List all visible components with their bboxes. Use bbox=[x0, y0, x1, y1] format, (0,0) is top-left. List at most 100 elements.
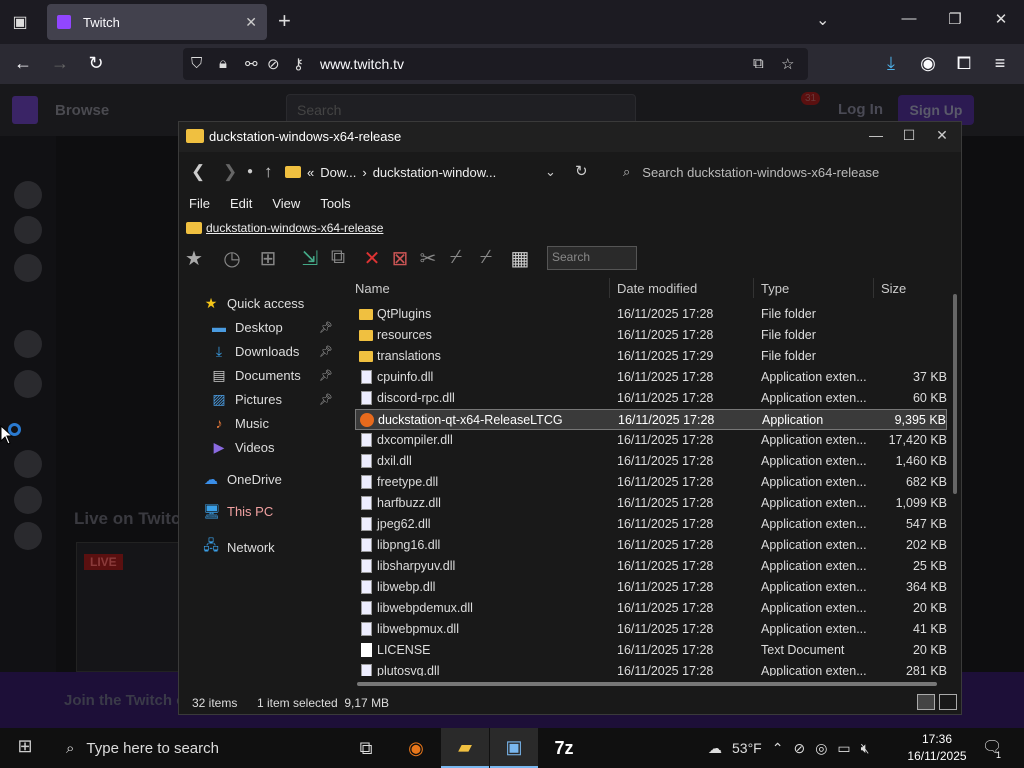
column-divider[interactable] bbox=[873, 278, 874, 298]
breadcrumb[interactable]: « Dow... › duckstation-window... bbox=[285, 160, 565, 184]
avatar[interactable] bbox=[14, 522, 42, 550]
explorer-titlebar[interactable]: duckstation-windows-x64-release — ☐ ✕ bbox=[179, 122, 961, 152]
avatar[interactable] bbox=[14, 254, 42, 282]
avatar[interactable] bbox=[14, 330, 42, 358]
account-icon[interactable]: ◉ bbox=[916, 53, 940, 74]
weather-icon[interactable]: ☁ bbox=[708, 740, 722, 757]
refresh-icon[interactable]: ↻ bbox=[575, 162, 588, 180]
menu-tools[interactable]: Tools bbox=[320, 192, 350, 216]
toolbar-search-input[interactable]: Search bbox=[547, 246, 637, 270]
delete-permanently-icon[interactable]: ⊠ bbox=[387, 246, 413, 271]
file-row[interactable]: QtPlugins 16/11/2025 17:28 File folder bbox=[355, 304, 947, 325]
file-row[interactable]: libwebp.dll 16/11/2025 17:28 Application e… bbox=[355, 577, 947, 598]
shield-icon[interactable]: ⛉ bbox=[191, 55, 202, 72]
file-row[interactable]: dxil.dll 16/11/2025 17:28 Application exte… bbox=[355, 451, 947, 472]
large-icons-view-button[interactable] bbox=[939, 694, 957, 710]
avatar[interactable] bbox=[14, 216, 42, 244]
show-hidden-icons-chevron-icon[interactable]: ⌃ bbox=[772, 740, 784, 757]
file-row[interactable]: libsharpyuv.dll 16/11/2025 17:28 Applicati… bbox=[355, 556, 947, 577]
file-row[interactable]: libpng16.dll 16/11/2025 17:28 Application … bbox=[355, 535, 947, 556]
move-to-icon[interactable]: ⇲ bbox=[297, 246, 323, 271]
explorer-maximize-button[interactable]: ☐ bbox=[894, 127, 924, 144]
lock-icon[interactable]: 🔒︎ bbox=[219, 55, 227, 72]
history-icon[interactable]: ◷ bbox=[219, 246, 245, 271]
horizontal-scrollbar[interactable] bbox=[357, 682, 937, 686]
copy-to-icon[interactable]: ⧉ bbox=[325, 246, 351, 269]
column-date[interactable]: Date modified bbox=[617, 281, 697, 296]
file-row[interactable]: resources 16/11/2025 17:28 File folder bbox=[355, 325, 947, 346]
twitch-login-button[interactable]: Log In bbox=[838, 101, 883, 118]
taskbar-search[interactable]: ⌕ Type here to search bbox=[56, 732, 346, 764]
downloads-icon[interactable]: ⤓ bbox=[879, 53, 903, 74]
address-dropdown-icon[interactable]: ⌄ bbox=[545, 164, 556, 180]
file-explorer-taskbar-icon[interactable]: ▰ bbox=[441, 728, 489, 768]
display-icon[interactable]: ▭ bbox=[837, 740, 850, 757]
avatar[interactable] bbox=[14, 181, 42, 209]
file-row[interactable]: libwebpdemux.dll 16/11/2025 17:28 Applicat… bbox=[355, 598, 947, 619]
nav-documents[interactable]: ▤ Documents bbox=[211, 367, 300, 384]
explorer-search-input[interactable]: ⌕ Search duckstation-windows-x64-release bbox=[615, 158, 947, 186]
bookmark-star-icon[interactable]: ☆ bbox=[781, 55, 794, 73]
column-divider[interactable] bbox=[753, 278, 754, 298]
avatar[interactable] bbox=[14, 370, 42, 398]
nav-quick-access[interactable]: ★ Quick access bbox=[203, 295, 305, 312]
nav-network[interactable]: 🖧 Network bbox=[203, 535, 275, 559]
menu-icon[interactable]: ≡ bbox=[988, 53, 1012, 74]
breadcrumb-item[interactable]: Dow... bbox=[320, 165, 356, 180]
tab-twitch[interactable]: Twitch ✕ bbox=[47, 4, 267, 40]
delete-icon[interactable]: ✕ bbox=[359, 246, 385, 271]
tracking-off-icon[interactable]: ⊘ bbox=[267, 55, 280, 73]
new-tab-button[interactable]: + bbox=[278, 8, 291, 34]
up-arrow-icon[interactable]: ↑ bbox=[264, 162, 273, 182]
file-row[interactable]: discord-rpc.dll 16/11/2025 17:28 Applicati… bbox=[355, 388, 947, 409]
restore-button[interactable]: ❐ bbox=[940, 10, 970, 28]
explorer-forward-icon[interactable]: ❯ bbox=[223, 162, 237, 182]
twitch-browse-link[interactable]: Browse bbox=[55, 102, 109, 119]
properties-icon[interactable]: ⌿ bbox=[473, 246, 499, 269]
volume-muted-icon[interactable]: 🔇︎ bbox=[861, 740, 870, 757]
location-link[interactable]: duckstation-windows-x64-release bbox=[206, 221, 383, 235]
nav-videos[interactable]: ▶ Videos bbox=[211, 439, 275, 456]
url-bar[interactable]: ⛉ 🔒︎ ⚯ ⊘ ⚷ www.twitch.tv ⧉ ☆ bbox=[183, 48, 808, 80]
avatar[interactable] bbox=[14, 450, 42, 478]
file-row[interactable]: plutosvg.dll 16/11/2025 17:28 Application … bbox=[355, 661, 947, 676]
rename-icon[interactable]: ⌿ bbox=[443, 246, 469, 269]
remote-desktop-taskbar-icon[interactable]: ▣ bbox=[490, 728, 538, 768]
windows-icon[interactable]: ⊞ bbox=[255, 246, 281, 271]
forward-icon[interactable]: → bbox=[48, 53, 72, 74]
menu-view[interactable]: View bbox=[272, 192, 300, 216]
vertical-scrollbar[interactable] bbox=[953, 294, 957, 494]
task-view-button[interactable]: ⧉ bbox=[342, 728, 390, 768]
breadcrumb-item[interactable]: duckstation-window... bbox=[373, 165, 497, 180]
nav-pictures[interactable]: ▨ Pictures bbox=[211, 391, 282, 408]
extensions-icon[interactable]: ⧠ bbox=[952, 53, 976, 74]
breadcrumb-overflow[interactable]: « bbox=[307, 165, 314, 180]
recent-locations-icon[interactable]: ● bbox=[247, 166, 253, 177]
nav-desktop[interactable]: ▬ Desktop bbox=[211, 319, 283, 335]
location-bar[interactable]: duckstation-windows-x64-release bbox=[186, 218, 383, 238]
favorites-star-icon[interactable]: ★ bbox=[181, 246, 207, 271]
explorer-close-button[interactable]: ✕ bbox=[927, 127, 957, 144]
nav-this-pc[interactable]: 🖥︎ This PC bbox=[203, 503, 273, 520]
cut-icon[interactable]: ✂ bbox=[415, 246, 441, 271]
file-row[interactable]: jpeg62.dll 16/11/2025 17:28 Application ex… bbox=[355, 514, 947, 535]
close-window-button[interactable]: ✕ bbox=[986, 10, 1016, 28]
file-row[interactable]: duckstation-qt-x64-ReleaseLTCG 16/11/2025… bbox=[355, 409, 947, 430]
file-row[interactable]: cpuinfo.dll 16/11/2025 17:28 Application e… bbox=[355, 367, 947, 388]
weather-temp[interactable]: 53°F bbox=[732, 740, 762, 756]
minimize-button[interactable]: — bbox=[894, 10, 924, 27]
file-row[interactable]: freetype.dll 16/11/2025 17:28 Application … bbox=[355, 472, 947, 493]
details-view-button[interactable] bbox=[917, 694, 935, 710]
explorer-back-icon[interactable]: ❮ bbox=[191, 162, 205, 182]
column-size[interactable]: Size bbox=[881, 281, 906, 296]
column-type[interactable]: Type bbox=[761, 281, 789, 296]
file-row[interactable]: LICENSE 16/11/2025 17:28 Text Document 20 K… bbox=[355, 640, 947, 661]
column-divider[interactable] bbox=[609, 278, 610, 298]
file-row[interactable]: translations 16/11/2025 17:29 File folder bbox=[355, 346, 947, 367]
explorer-minimize-button[interactable]: — bbox=[861, 127, 891, 143]
back-icon[interactable]: ← bbox=[11, 53, 35, 74]
list-all-tabs-chevron-icon[interactable]: ⌄ bbox=[816, 10, 829, 30]
menu-edit[interactable]: Edit bbox=[230, 192, 252, 216]
firefox-taskbar-icon[interactable]: ◉ bbox=[392, 728, 440, 768]
view-options-icon[interactable]: ▦ bbox=[507, 246, 533, 271]
